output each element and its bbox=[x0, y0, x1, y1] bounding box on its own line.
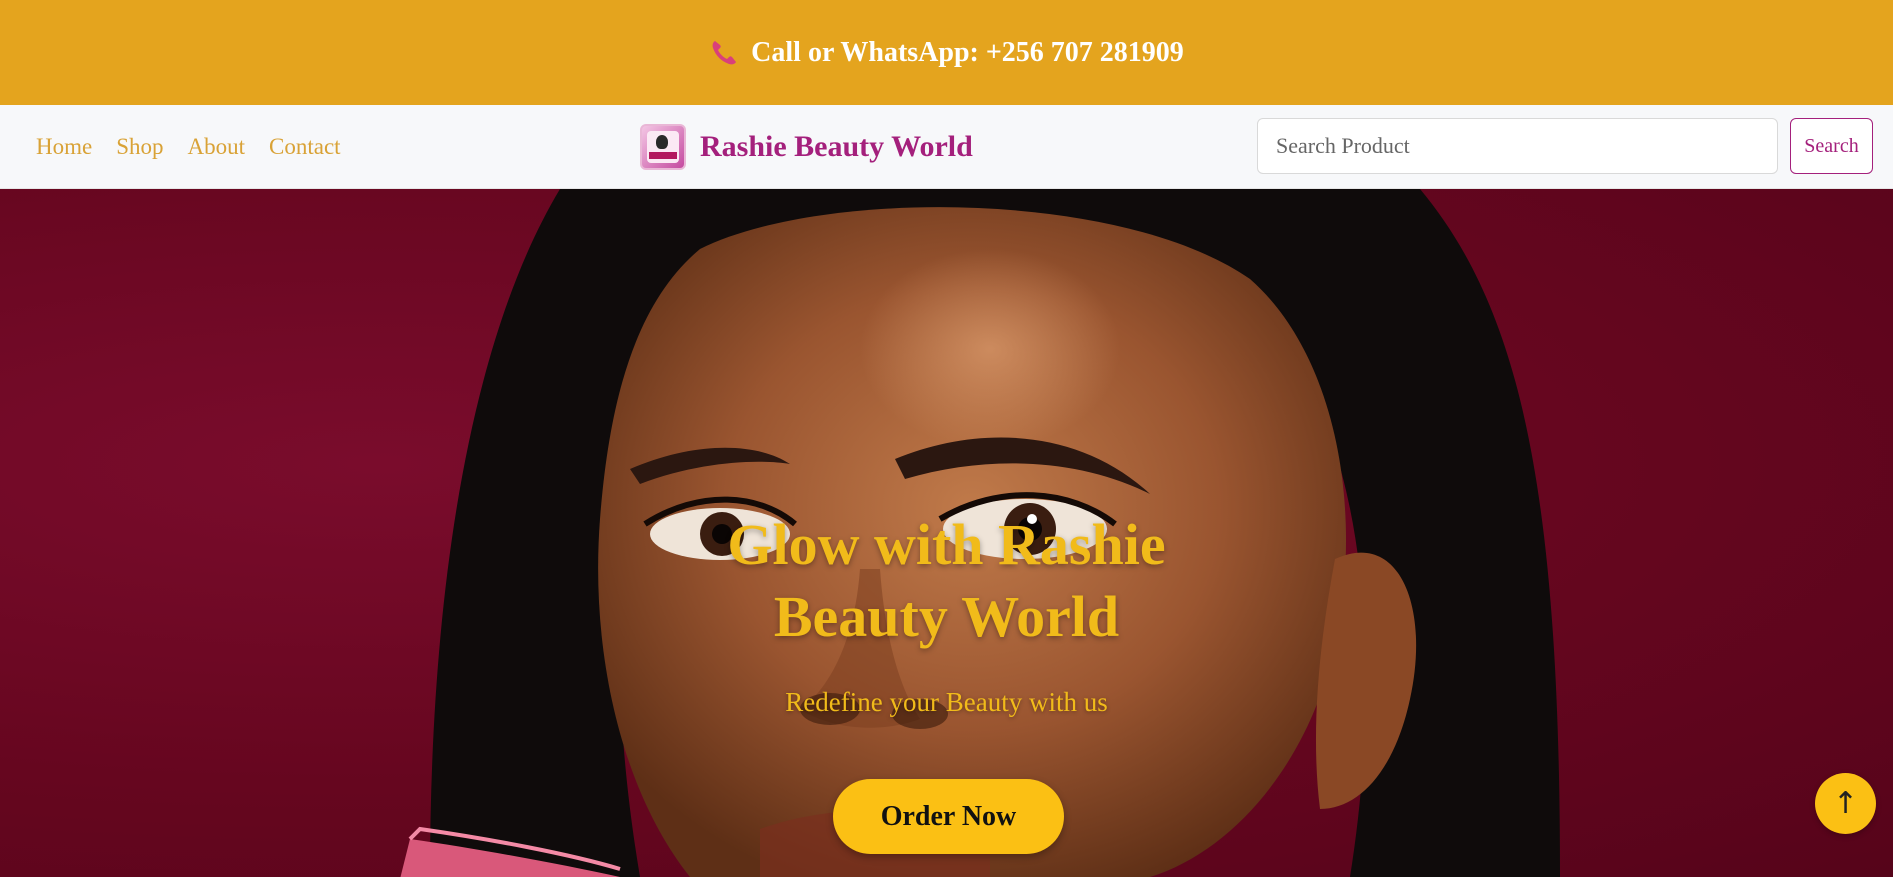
contact-text: Call or WhatsApp: +256 707 281909 bbox=[751, 36, 1184, 68]
brand-name: Rashie Beauty World bbox=[700, 130, 973, 163]
hero-title: Glow with Rashie Beauty World bbox=[0, 509, 1893, 653]
hero-section: Glow with Rashie Beauty World Redefine y… bbox=[0, 189, 1893, 877]
nav-link-shop[interactable]: Shop bbox=[116, 134, 163, 160]
hero-subtitle: Redefine your Beauty with us bbox=[785, 687, 1108, 717]
scroll-to-top-button[interactable]: ↑ bbox=[1815, 773, 1876, 834]
search-input[interactable] bbox=[1257, 118, 1778, 174]
nav-link-about[interactable]: About bbox=[188, 134, 246, 160]
nav-link-contact[interactable]: Contact bbox=[269, 134, 341, 160]
nav-links: Home Shop About Contact bbox=[36, 105, 341, 189]
navbar: Home Shop About Contact Rashie Beauty Wo… bbox=[0, 105, 1893, 189]
search-button[interactable]: Search bbox=[1790, 118, 1873, 174]
nav-link-home[interactable]: Home bbox=[36, 134, 92, 160]
contact-bar: Call or WhatsApp: +256 707 281909 bbox=[0, 0, 1893, 105]
hero-title-line-2: Beauty World bbox=[773, 584, 1120, 649]
hero-title-line-1: Glow with Rashie bbox=[727, 512, 1166, 577]
search-form: Search bbox=[1257, 118, 1873, 174]
brand-logo bbox=[640, 124, 686, 170]
brand[interactable]: Rashie Beauty World bbox=[640, 105, 973, 189]
order-now-button[interactable]: Order Now bbox=[833, 779, 1064, 854]
phone-icon bbox=[712, 40, 737, 64]
